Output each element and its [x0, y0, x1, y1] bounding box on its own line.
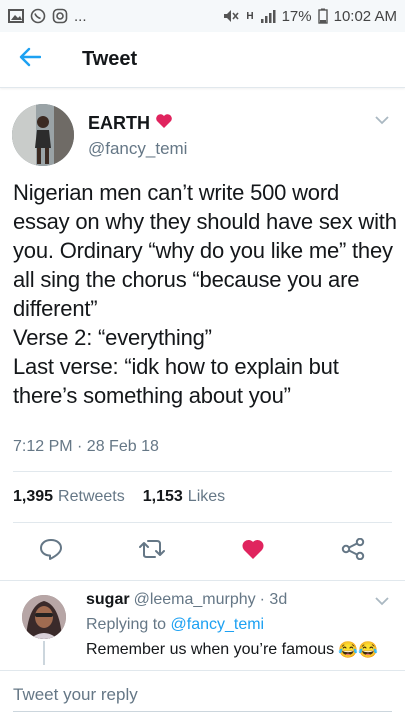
reply-button[interactable]: [36, 536, 66, 566]
author-name[interactable]: EARTH: [88, 113, 173, 134]
tweet-menu-button[interactable]: [375, 112, 389, 130]
app-bar: Tweet: [0, 32, 405, 88]
reply-input[interactable]: [13, 679, 393, 711]
back-button[interactable]: [0, 32, 60, 88]
replying-to-mention[interactable]: @fancy_temi: [171, 616, 265, 633]
share-button[interactable]: [338, 536, 368, 566]
avatar[interactable]: [12, 104, 74, 166]
signal-icon: [260, 9, 276, 23]
battery-percent: 17%: [281, 7, 312, 25]
divider: [13, 522, 392, 523]
main-tweet: EARTH @fancy_temi Nigerian men can’t wri…: [0, 100, 405, 455]
retweets-stat[interactable]: 1,395 Retweets: [13, 488, 125, 506]
likes-label: Likes: [187, 488, 226, 505]
heart-icon: [241, 538, 265, 565]
reply-age: · 3d: [259, 591, 288, 608]
retweets-count: 1,395: [13, 488, 54, 505]
thread-line: [43, 641, 45, 665]
reply-icon: [39, 538, 63, 565]
tweet-text: Nigerian men can’t write 500 word essay …: [13, 180, 397, 408]
chevron-down-icon: [375, 593, 389, 610]
tweet-actions: [0, 530, 405, 570]
battery-icon: [317, 8, 328, 24]
likes-stat[interactable]: 1,153 Likes: [143, 488, 225, 506]
reply-author-handle[interactable]: @leema_murphy: [134, 591, 256, 609]
clock: 10:02 AM: [333, 7, 397, 25]
composer-underline: [13, 711, 392, 712]
retweet-button[interactable]: [137, 536, 167, 566]
retweets-label: Retweets: [58, 488, 125, 505]
network-type: H: [246, 10, 254, 22]
tweet-timestamp[interactable]: 7:12 PM · 28 Feb 18: [13, 438, 159, 456]
reply-header: sugar @leema_murphy · 3d: [86, 591, 287, 609]
laughing-emoji-icon: 😂😂: [338, 642, 378, 659]
reply-tweet[interactable]: sugar @leema_murphy · 3d Replying to @fa…: [0, 580, 405, 670]
tweet-stats: 1,395 Retweets 1,153 Likes: [13, 488, 237, 506]
like-button[interactable]: [238, 536, 268, 566]
chevron-down-icon: [375, 112, 389, 129]
notification-icons: ...: [8, 8, 87, 25]
reply-text-content: Remember us when you’re famous: [86, 641, 335, 658]
tweet-author: EARTH @fancy_temi: [0, 100, 405, 170]
page-title: Tweet: [82, 48, 138, 70]
more-notifications: ...: [74, 7, 87, 25]
reply-author-name[interactable]: sugar: [86, 591, 130, 609]
back-arrow-icon: [19, 47, 42, 72]
reply-text: Remember us when you’re famous 😂😂: [86, 640, 378, 660]
status-bar: ... H 17% 10:02 AM: [0, 0, 405, 32]
replying-to-label: Replying to: [86, 616, 167, 633]
likes-count: 1,153: [142, 488, 183, 505]
reply-menu-button[interactable]: [375, 593, 389, 611]
image-icon: [8, 9, 24, 23]
divider: [13, 471, 392, 472]
heart-emoji-icon: [155, 113, 173, 134]
whatsapp-icon: [30, 8, 46, 24]
retweet-icon: [139, 539, 165, 564]
author-name-text: EARTH: [88, 113, 150, 133]
author-handle[interactable]: @fancy_temi: [88, 139, 187, 159]
mute-icon: [222, 8, 240, 24]
reply-avatar[interactable]: [22, 595, 66, 639]
instagram-icon: [52, 8, 68, 24]
reply-composer: [0, 670, 405, 720]
share-icon: [341, 537, 365, 565]
replying-to: Replying to @fancy_temi: [86, 616, 264, 634]
